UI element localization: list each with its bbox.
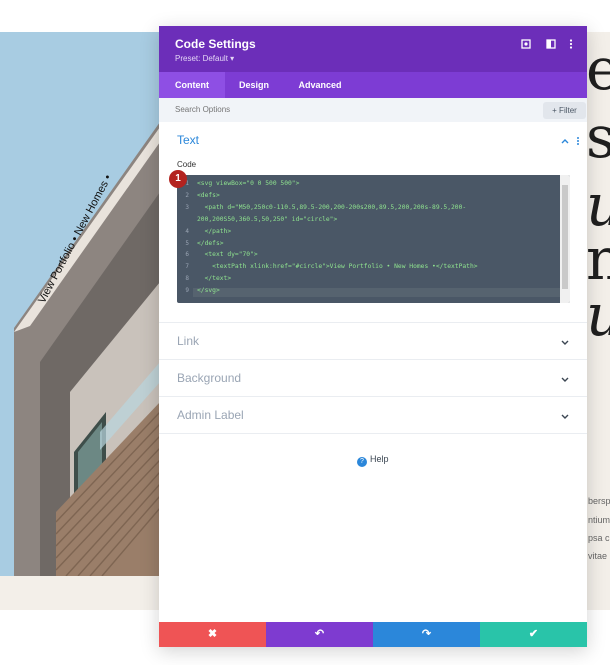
code-scroll-thumb[interactable] xyxy=(562,185,568,289)
modal-footer: ✖ ↶ ↷ ✔ xyxy=(159,622,587,647)
code-settings-modal: Code Settings Preset: Default ▾ Content … xyxy=(159,26,587,647)
bg-paragraph-line: bersp xyxy=(588,496,610,506)
bg-letter: e xyxy=(586,35,610,103)
line-number: 8 xyxy=(185,275,189,283)
bg-letter: s xyxy=(586,103,610,171)
divider xyxy=(159,433,587,434)
redo-button[interactable]: ↷ xyxy=(373,622,480,647)
line-number: 7 xyxy=(185,263,189,271)
line-number: 2 xyxy=(185,191,189,199)
section-title-link[interactable]: Link xyxy=(177,334,199,348)
divider xyxy=(159,396,587,397)
search-options-input[interactable] xyxy=(175,98,475,122)
help-icon: ? xyxy=(357,457,367,467)
line-number: 5 xyxy=(185,239,189,247)
columns-icon[interactable] xyxy=(544,37,558,51)
preset-dropdown[interactable]: Preset: Default ▾ xyxy=(175,54,234,63)
bg-paragraph-line: vitae xyxy=(588,551,608,561)
line-number: 9 xyxy=(185,287,189,295)
line-number: 6 xyxy=(185,251,189,259)
building-photo: View Portfolio • New Homes • xyxy=(0,32,160,576)
divider xyxy=(159,322,587,323)
line-number: 4 xyxy=(185,227,189,235)
line-number: 3 xyxy=(185,203,189,211)
bg-letter: n xyxy=(586,225,610,293)
modal-header: Code Settings Preset: Default ▾ xyxy=(159,26,587,72)
filter-button[interactable]: + Filter xyxy=(543,102,586,119)
section-more-icon[interactable] xyxy=(572,135,584,147)
tab-design[interactable]: Design xyxy=(225,72,283,98)
code-line[interactable]: <defs> xyxy=(197,192,557,199)
chevron-down-icon[interactable] xyxy=(559,336,571,348)
code-line[interactable]: </text> xyxy=(197,275,557,282)
code-line[interactable]: <textPath xlink:href="#circle">View Port… xyxy=(197,263,557,270)
tab-content[interactable]: Content xyxy=(159,72,225,98)
section-title-background[interactable]: Background xyxy=(177,371,241,385)
save-button[interactable]: ✔ xyxy=(480,622,587,647)
chevron-up-icon[interactable] xyxy=(559,135,571,147)
code-line[interactable]: 200,200S50,360.5,50,250" id="circle"> xyxy=(197,216,557,223)
bg-paragraph-line: ntium xyxy=(588,515,610,525)
code-line[interactable]: </path> xyxy=(197,228,557,235)
code-line[interactable]: </svg> xyxy=(197,287,557,294)
chevron-down-icon[interactable] xyxy=(559,410,571,422)
code-line[interactable]: <text dy="70"> xyxy=(197,251,557,258)
help-label: Help xyxy=(370,454,389,464)
bg-letter: u xyxy=(586,286,610,344)
modal-tabs: Content Design Advanced xyxy=(159,72,587,98)
code-line[interactable]: <svg viewBox="0 0 500 500"> xyxy=(197,180,557,187)
tab-advanced[interactable]: Advanced xyxy=(283,72,357,98)
bg-paragraph-line: psa c xyxy=(588,533,610,543)
undo-button[interactable]: ↶ xyxy=(266,622,373,647)
more-icon[interactable] xyxy=(564,37,578,51)
help-link[interactable]: ? Help xyxy=(357,454,389,467)
step-badge: 1 xyxy=(169,170,187,188)
code-line[interactable]: <path d="M50,250c0-110.5,89.5-200,200-20… xyxy=(197,204,557,211)
building-illustration: View Portfolio • New Homes • xyxy=(0,32,160,576)
code-line[interactable]: </defs> xyxy=(197,240,557,247)
divider xyxy=(159,359,587,360)
target-icon[interactable] xyxy=(519,37,533,51)
section-title-admin-label[interactable]: Admin Label xyxy=(177,408,244,422)
cancel-button[interactable]: ✖ xyxy=(159,622,266,647)
code-editor[interactable]: 1 <svg viewBox="0 0 500 500"> 2 <defs> 3 <pa… xyxy=(177,175,570,303)
search-bar: + Filter xyxy=(159,98,587,122)
code-field-label: Code xyxy=(177,160,197,169)
chevron-down-icon[interactable] xyxy=(559,373,571,385)
section-title-text[interactable]: Text xyxy=(177,133,199,147)
modal-title: Code Settings xyxy=(175,37,256,51)
